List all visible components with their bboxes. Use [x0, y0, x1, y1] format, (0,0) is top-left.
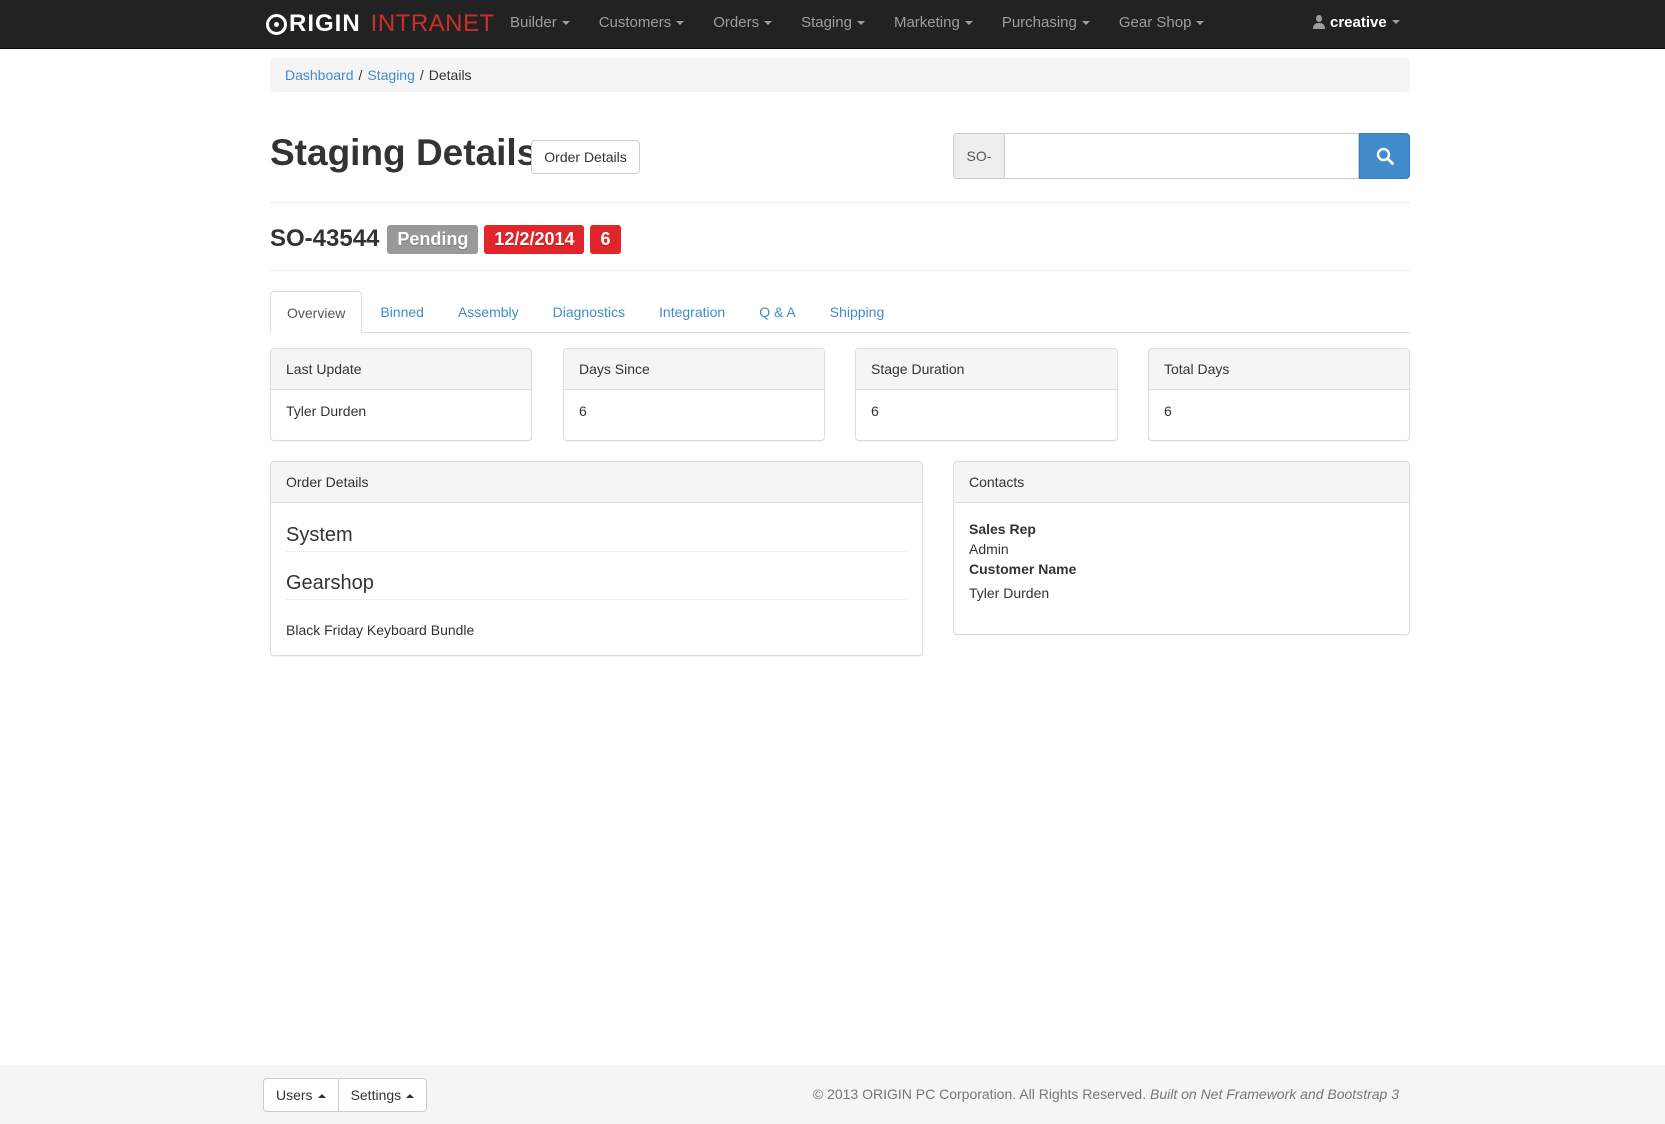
caret-up-icon: [406, 1094, 415, 1099]
stage-duration-value: 6: [871, 403, 879, 419]
user-icon: [1313, 15, 1325, 29]
last-update-value: Tyler Durden: [286, 403, 367, 419]
nav-item-marketing[interactable]: Marketing: [894, 14, 973, 31]
nav-item-label: Orders: [713, 13, 760, 31]
built-on-note: Built on Net Framework and Bootstrap 3: [1149, 1086, 1399, 1102]
breadcrumb-separator: /: [419, 67, 424, 83]
tab-overview[interactable]: Overview: [270, 291, 363, 334]
users-button[interactable]: Users: [263, 1078, 339, 1112]
brand-origin: RIGIN: [266, 10, 361, 38]
nav-item-label: Purchasing: [1001, 13, 1077, 31]
customer-name-value: Tyler Durden: [969, 585, 1050, 601]
order-number: SO-43544: [270, 225, 380, 252]
days-count-badge: 6: [590, 224, 621, 254]
breadcrumb: Dashboard / Staging / Details: [270, 58, 1410, 92]
breadcrumb-staging-link[interactable]: Staging: [367, 67, 414, 83]
tab-integration[interactable]: Integration: [643, 291, 741, 333]
nav-item-staging[interactable]: Staging: [801, 14, 865, 31]
top-navbar: RIGIN INTRANET Builder Customers Orders …: [0, 0, 1665, 49]
status-badge: Pending: [387, 224, 479, 254]
header-divider: [270, 202, 1410, 203]
footer-button-group: Users Settings: [263, 1078, 428, 1112]
nav-item-customers[interactable]: Customers: [599, 14, 685, 31]
user-menu[interactable]: creative: [1313, 0, 1400, 44]
users-button-label: Users: [276, 1087, 313, 1103]
nav-item-label: Staging: [801, 13, 852, 31]
caret-down-icon: [1391, 20, 1400, 24]
sales-rep-label: Sales Rep: [969, 521, 1036, 537]
caret-down-icon: [1081, 20, 1090, 25]
caret-down-icon: [964, 20, 973, 25]
nav-item-orders[interactable]: Orders: [713, 13, 773, 31]
contacts-body: Sales Rep Admin Customer Name Tyler Durd…: [954, 503, 1409, 618]
panel-heading: Order Details: [271, 462, 922, 503]
search-button[interactable]: [1359, 133, 1410, 179]
total-days-panel: Total Days 6: [1148, 348, 1410, 441]
breadcrumb-dashboard-link[interactable]: Dashboard: [285, 67, 354, 83]
date-badge: 12/2/2014: [484, 224, 585, 254]
copyright-notice: © 2013 ORIGIN PC Corporation. All Rights…: [812, 1086, 1147, 1102]
stage-duration-panel: Stage Duration 6: [855, 348, 1118, 441]
caret-down-icon: [561, 20, 570, 25]
section-title-gearshop: Gearshop: [286, 569, 907, 600]
days-since-panel: Days Since 6: [563, 348, 825, 441]
brand-intranet-text: INTRANET: [370, 10, 495, 37]
page-title: Staging Details: [270, 132, 538, 173]
settings-button-label: Settings: [350, 1087, 402, 1103]
settings-button[interactable]: Settings: [337, 1078, 428, 1112]
detail-tabs: Overview Binned Assembly Diagnostics Int…: [270, 291, 1410, 334]
search-prefix-addon: SO-: [953, 133, 1004, 179]
panel-heading: Last Update: [271, 349, 531, 390]
section-title-system: System: [286, 521, 907, 552]
order-search-input[interactable]: [1004, 133, 1359, 179]
tab-binned[interactable]: Binned: [364, 291, 440, 333]
nav-item-gear-shop[interactable]: Gear Shop: [1119, 14, 1205, 31]
tab-diagnostics[interactable]: Diagnostics: [537, 291, 641, 333]
panel-heading: Total Days: [1149, 349, 1409, 390]
order-divider: [270, 270, 1410, 271]
tab-q-and-a[interactable]: Q & A: [743, 291, 812, 333]
caret-down-icon: [676, 20, 685, 25]
nav-item-purchasing[interactable]: Purchasing: [1002, 14, 1090, 31]
order-details-body: System Gearshop Black Friday Keyboard Bu…: [271, 503, 922, 653]
tab-shipping[interactable]: Shipping: [814, 291, 901, 333]
last-update-panel: Last Update Tyler Durden: [270, 348, 532, 441]
total-days-value: 6: [1164, 403, 1172, 419]
main-nav: Builder Customers Orders Staging Marketi…: [510, 0, 1233, 44]
nav-item-builder[interactable]: Builder: [510, 14, 570, 31]
order-line-item: Black Friday Keyboard Bundle: [286, 622, 475, 638]
origin-logo-icon: [266, 13, 287, 35]
customer-name-label: Customer Name: [969, 561, 1077, 577]
sales-rep-value: Admin: [969, 541, 1009, 557]
contacts-panel: Contacts Sales Rep Admin Customer Name T…: [953, 461, 1410, 635]
nav-item-label: Marketing: [893, 13, 960, 31]
days-since-value: 6: [579, 403, 587, 419]
nav-item-label: Customers: [598, 13, 672, 31]
copyright-text: © 2013 ORIGIN PC Corporation. All Rights…: [813, 1086, 1399, 1102]
brand-origin-text: RIGIN: [289, 10, 361, 37]
panel-heading: Contacts: [954, 462, 1409, 503]
footer: Users Settings © 2013 ORIGIN PC Corporat…: [0, 1065, 1665, 1124]
breadcrumb-separator: /: [358, 67, 363, 83]
panel-heading: Stage Duration: [856, 349, 1117, 390]
order-details-button[interactable]: Order Details: [531, 140, 640, 174]
caret-down-icon: [856, 20, 865, 25]
caret-up-icon: [317, 1094, 326, 1099]
user-name: creative: [1330, 13, 1387, 31]
brand-logo[interactable]: RIGIN INTRANET: [266, 7, 495, 41]
breadcrumb-current: Details: [428, 67, 472, 83]
caret-down-icon: [1196, 20, 1205, 25]
order-summary: SO-43544 Pending 12/2/2014 6: [270, 222, 627, 256]
order-details-panel: Order Details System Gearshop Black Frid…: [270, 461, 923, 656]
caret-down-icon: [764, 20, 773, 25]
panel-heading: Days Since: [564, 349, 824, 390]
search-icon: [1376, 147, 1394, 165]
tab-assembly[interactable]: Assembly: [442, 291, 535, 333]
nav-item-label: Builder: [510, 13, 557, 31]
nav-item-label: Gear Shop: [1118, 13, 1192, 31]
order-search-group: SO-: [953, 133, 1410, 179]
